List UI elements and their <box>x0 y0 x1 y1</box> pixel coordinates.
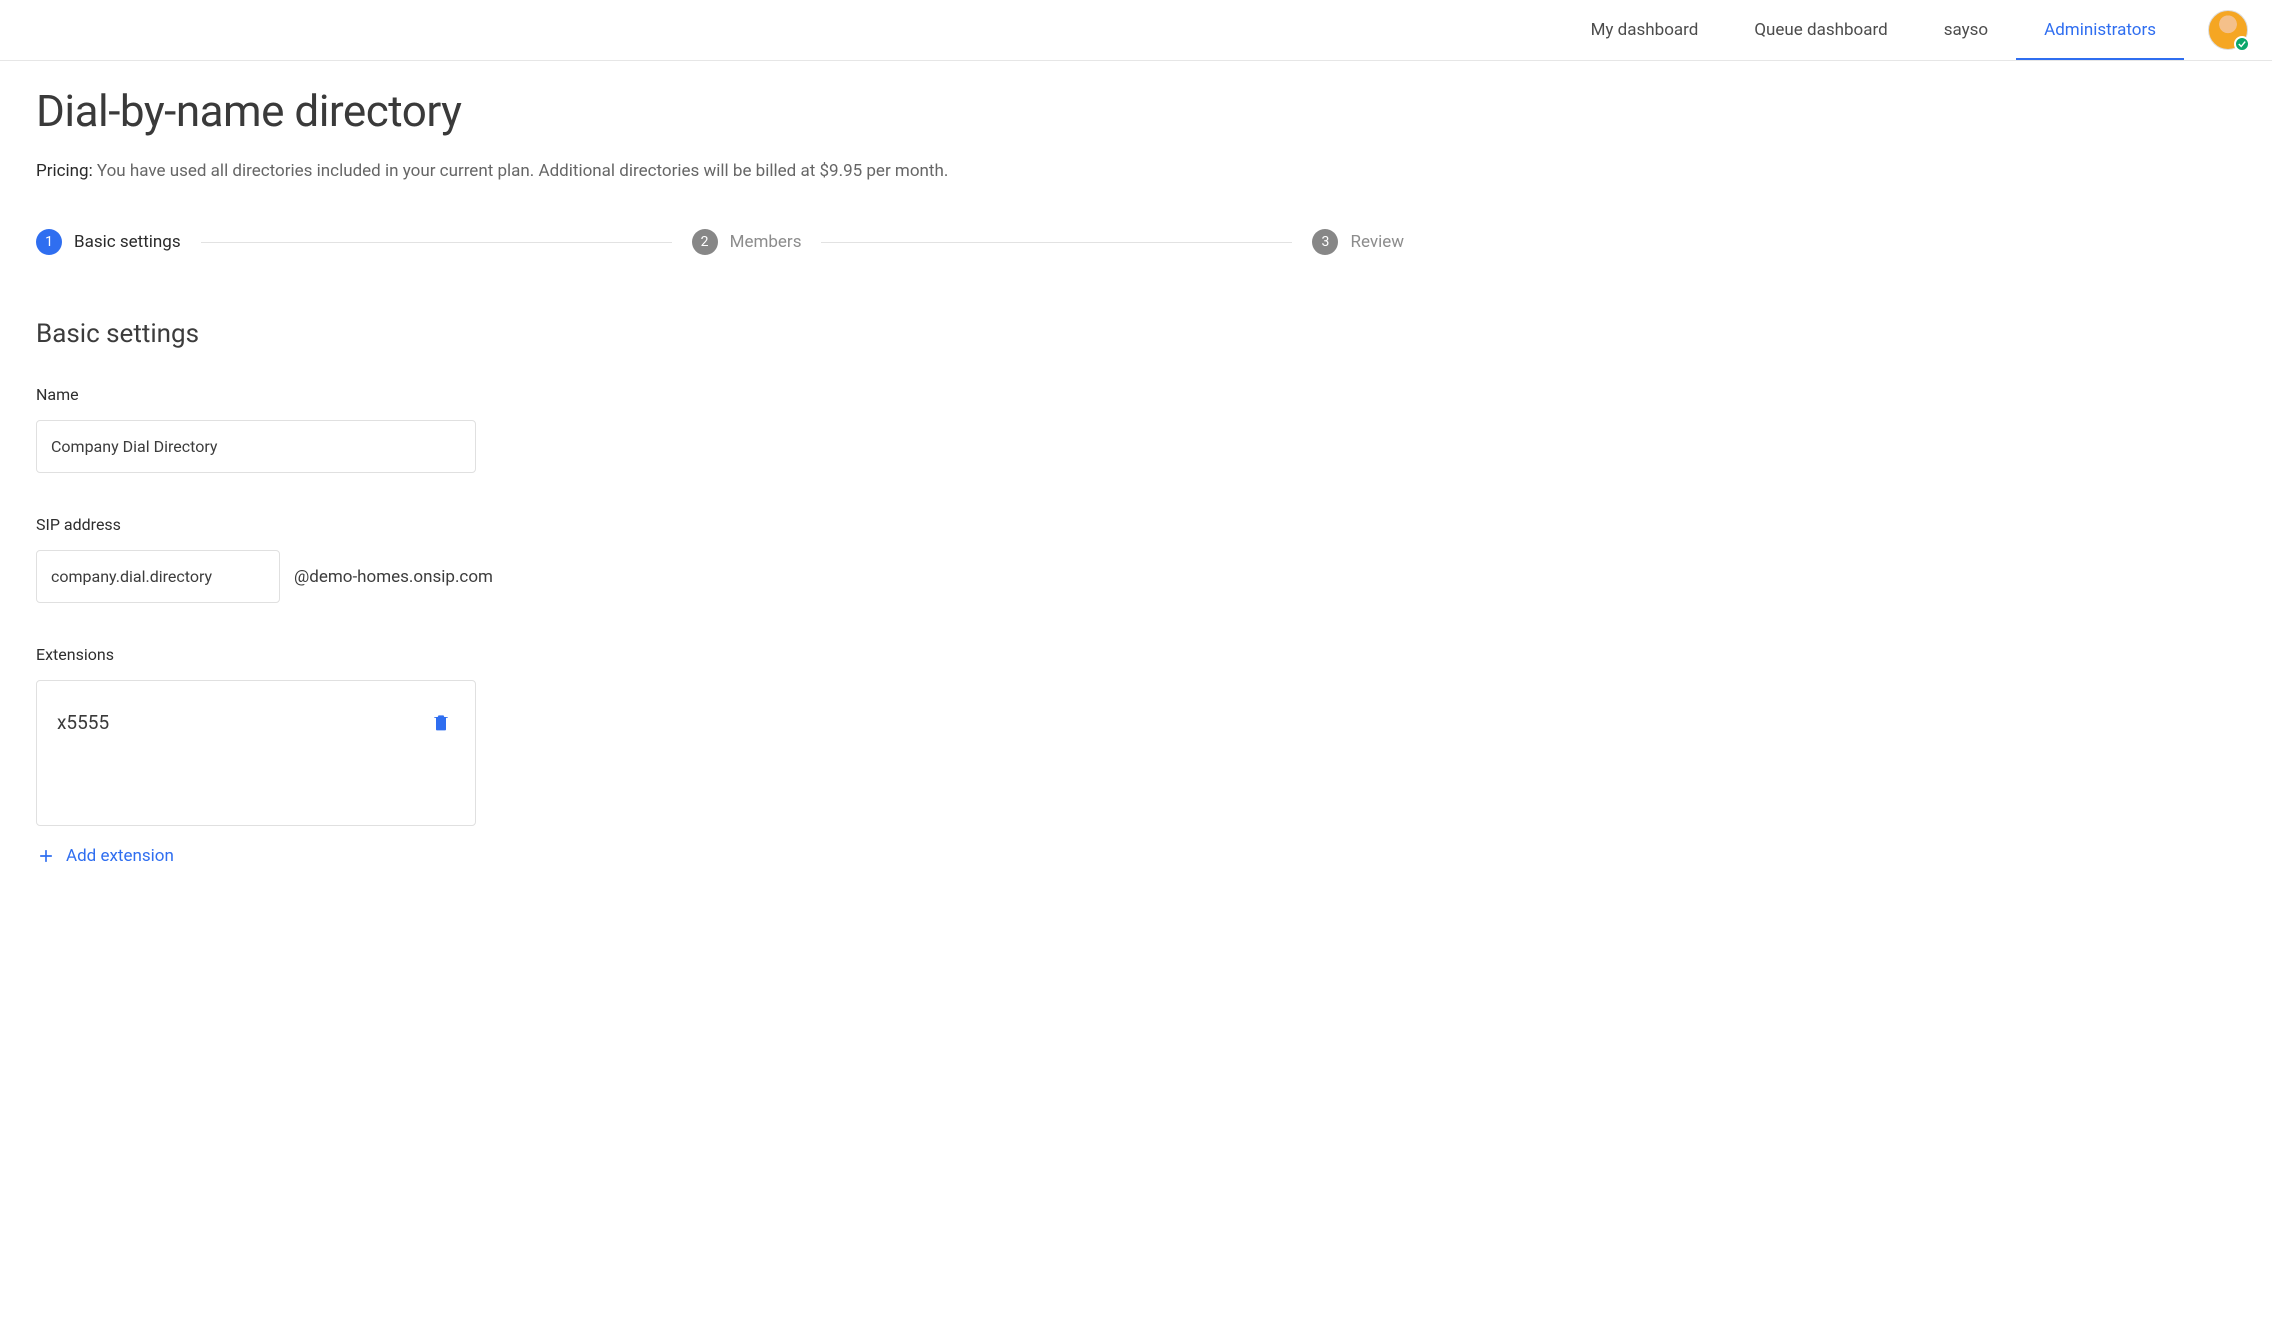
sip-input[interactable] <box>36 550 280 603</box>
step-members[interactable]: 2 Members <box>692 229 802 255</box>
sip-row: @demo-homes.onsip.com <box>36 550 1404 603</box>
delete-extension-button[interactable] <box>427 707 455 737</box>
form-group-sip: SIP address @demo-homes.onsip.com <box>36 515 1404 603</box>
sip-domain: @demo-homes.onsip.com <box>294 567 493 587</box>
user-avatar[interactable] <box>2208 10 2248 50</box>
nav-tabs: My dashboard Queue dashboard sayso Admin… <box>1563 0 2184 60</box>
tab-queue-dashboard[interactable]: Queue dashboard <box>1726 0 1915 60</box>
extension-row: x5555 <box>37 693 475 751</box>
step-connector <box>201 242 672 243</box>
pricing-notice: Pricing: You have used all directories i… <box>36 161 1404 181</box>
step-number: 1 <box>36 229 62 255</box>
form-group-extensions: Extensions x5555 Add extension <box>36 645 1404 866</box>
step-review[interactable]: 3 Review <box>1312 229 1404 255</box>
extensions-list: x5555 <box>36 680 476 826</box>
tab-label: sayso <box>1944 20 1988 40</box>
step-label: Review <box>1350 232 1404 252</box>
name-label: Name <box>36 385 1404 404</box>
section-title: Basic settings <box>36 319 1404 349</box>
plus-icon <box>36 846 56 866</box>
pricing-text: You have used all directories included i… <box>97 161 948 181</box>
step-label: Basic settings <box>74 232 181 252</box>
form-group-name: Name <box>36 385 1404 473</box>
step-label: Members <box>730 232 802 252</box>
tab-label: Administrators <box>2044 20 2156 40</box>
top-header: My dashboard Queue dashboard sayso Admin… <box>0 0 2272 61</box>
tab-administrators[interactable]: Administrators <box>2016 0 2184 60</box>
check-icon <box>2238 40 2246 48</box>
presence-badge-online <box>2234 36 2250 52</box>
add-extension-button[interactable]: Add extension <box>36 846 1404 866</box>
add-extension-label: Add extension <box>66 846 174 866</box>
page-content: Dial-by-name directory Pricing: You have… <box>0 61 1440 926</box>
wizard-stepper: 1 Basic settings 2 Members 3 Review <box>36 229 1404 255</box>
sip-label: SIP address <box>36 515 1404 534</box>
extension-value: x5555 <box>57 711 109 734</box>
tab-label: My dashboard <box>1591 20 1699 40</box>
tab-sayso[interactable]: sayso <box>1916 0 2016 60</box>
step-number: 2 <box>692 229 718 255</box>
trash-icon <box>431 711 451 733</box>
tab-my-dashboard[interactable]: My dashboard <box>1563 0 1727 60</box>
page-title: Dial-by-name directory <box>36 85 1404 137</box>
step-number: 3 <box>1312 229 1338 255</box>
step-connector <box>821 242 1292 243</box>
step-basic-settings[interactable]: 1 Basic settings <box>36 229 181 255</box>
extensions-label: Extensions <box>36 645 1404 664</box>
name-input[interactable] <box>36 420 476 473</box>
pricing-label: Pricing: <box>36 161 93 181</box>
tab-label: Queue dashboard <box>1754 20 1887 40</box>
